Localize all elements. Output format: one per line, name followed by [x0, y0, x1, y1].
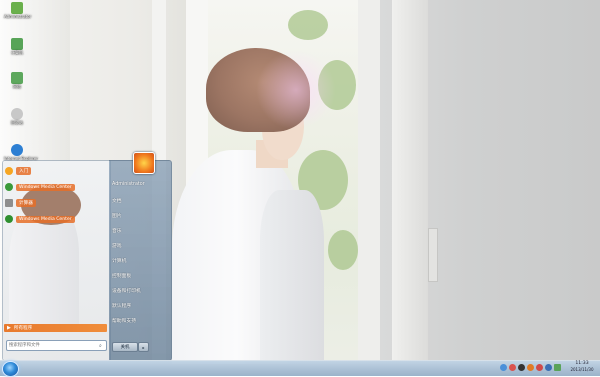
start-menu-item-default-programs[interactable]: 默认程序	[112, 302, 131, 309]
start-search-box[interactable]: ⌕	[6, 340, 107, 351]
start-menu-item-games[interactable]: 游戏	[112, 242, 122, 249]
tray-chat-icon[interactable]	[536, 364, 543, 371]
pinned-program-item[interactable]: Windows Media Center	[5, 182, 105, 192]
wallpaper-lens-flare	[256, 50, 336, 130]
pinned-program-label: 计算器	[16, 199, 36, 207]
desktop-icon-label: 计算机	[11, 50, 23, 55]
wallpaper-leaves	[328, 230, 358, 270]
recycle-bin-icon	[11, 108, 23, 120]
wallpaper-window-frame	[358, 0, 380, 360]
search-icon[interactable]: ⌕	[99, 343, 102, 349]
media-center-icon	[5, 215, 13, 223]
media-center-icon	[5, 183, 13, 191]
wallpaper-window-handle	[428, 228, 438, 282]
tray-flag-icon[interactable]	[509, 364, 516, 371]
start-menu-item-computer[interactable]: 计算机	[112, 257, 126, 264]
start-menu-item-documents[interactable]: 文档	[112, 197, 122, 204]
desktop-icon-label: 网络	[13, 84, 21, 89]
tray-volume-icon[interactable]	[545, 364, 552, 371]
start-menu-item-help-support[interactable]: 帮助和支持	[112, 317, 136, 324]
taskbar-clock[interactable]: 11:33 2013/11/30	[566, 361, 598, 373]
computer-icon	[11, 38, 23, 50]
pinned-program-label: Windows Media Center	[16, 183, 75, 191]
wallpaper-person-arm	[260, 190, 324, 360]
pinned-program-item[interactable]: 入门	[5, 166, 105, 176]
start-menu-item-music[interactable]: 音乐	[112, 227, 122, 234]
tray-battery-icon[interactable]	[554, 364, 561, 371]
all-programs-button[interactable]: ▶ 所有程序	[4, 324, 107, 332]
tray-qq-icon[interactable]	[518, 364, 525, 371]
wallpaper-window-frame	[392, 0, 428, 360]
desktop-icon-network[interactable]: 网络	[4, 72, 30, 90]
tray-network-icon[interactable]	[500, 364, 507, 371]
start-menu-user-name[interactable]: Administrator	[112, 182, 145, 187]
desktop-icon-label: 回收站	[11, 120, 23, 125]
start-menu-item-devices-printers[interactable]: 设备和打印机	[112, 287, 141, 294]
getting-started-icon	[5, 167, 13, 175]
pinned-program-label: 入门	[16, 167, 32, 175]
start-menu-item-pictures[interactable]: 图片	[112, 212, 122, 219]
ie-icon	[11, 144, 23, 156]
desktop-icon-internet-explorer[interactable]: Internet Explorer	[4, 144, 38, 161]
shutdown-button[interactable]: 关机	[112, 342, 138, 352]
tray-security-icon[interactable]	[527, 364, 534, 371]
clock-date: 2013/11/30	[570, 367, 594, 372]
pinned-program-item[interactable]: 计算器	[5, 198, 105, 208]
desktop-icon-computer[interactable]: 计算机	[4, 38, 30, 56]
desktop-icon-administrator[interactable]: Administrator	[4, 2, 32, 19]
all-programs-label: 所有程序	[13, 326, 33, 331]
start-search-input[interactable]	[7, 341, 99, 350]
shutdown-options-button[interactable]: ▸	[138, 342, 149, 352]
start-menu-item-control-panel[interactable]: 控制面板	[112, 272, 131, 279]
arrow-right-icon: ▶	[7, 325, 11, 331]
desktop-icon-recycle-bin[interactable]: 回收站	[4, 108, 30, 126]
wallpaper-leaves	[288, 10, 328, 40]
pinned-program-label: Windows Media Center	[16, 215, 75, 223]
user-account-picture[interactable]	[133, 152, 155, 174]
calculator-icon	[5, 199, 13, 207]
pinned-program-item[interactable]: Windows Media Center	[5, 214, 105, 224]
desktop-icon-label: Administrator	[4, 14, 32, 19]
user-folder-icon	[11, 2, 23, 14]
network-icon	[11, 72, 23, 84]
